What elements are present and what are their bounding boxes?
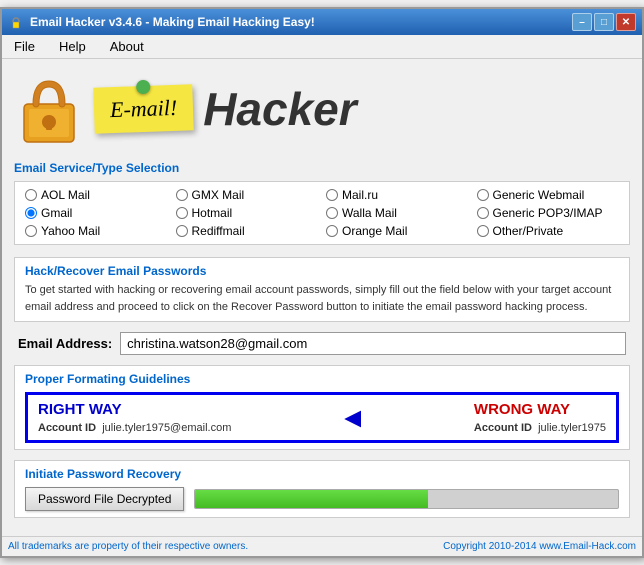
title-bar-left: Email Hacker v3.4.6 - Making Email Hacki… [8,14,315,30]
radio-label-gmx: GMX Mail [192,188,245,202]
radio-label-yahoo: Yahoo Mail [41,224,100,238]
main-window: Email Hacker v3.4.6 - Making Email Hacki… [0,7,644,558]
radio-label-webmail: Generic Webmail [493,188,585,202]
radio-label-gmail: Gmail [41,206,72,220]
decrypt-button[interactable]: Password File Decrypted [25,487,184,511]
radio-walla[interactable]: Walla Mail [326,206,469,220]
wrong-example: julie.tyler1975 [538,422,606,434]
radio-input-pop3[interactable] [477,207,489,219]
menubar: File Help About [2,35,642,59]
radio-label-other: Other/Private [493,224,564,238]
radio-label-rediff: Rediffmail [192,224,245,238]
email-row: Email Address: [14,332,630,355]
right-way-label: RIGHT WAY [38,401,231,418]
radio-input-webmail[interactable] [477,189,489,201]
radio-input-other[interactable] [477,225,489,237]
padlock-icon [14,69,84,149]
sticky-text: E-mail! [110,95,178,122]
radio-label-mailru: Mail.ru [342,188,378,202]
format-title: Proper Formating Guidelines [25,372,619,386]
format-section: Proper Formating Guidelines RIGHT WAY Ac… [14,365,630,450]
right-example: julie.tyler1975@email.com [102,422,231,434]
hacker-title: Hacker [203,82,356,136]
format-box: RIGHT WAY Account ID julie.tyler1975@ema… [25,392,619,443]
wrong-way-account: Account ID julie.tyler1975 [474,422,606,434]
radio-aol-mail[interactable]: AOL Mail [25,188,168,202]
radio-gmail[interactable]: Gmail [25,206,168,220]
format-right: WRONG WAY Account ID julie.tyler1975 [474,401,606,434]
header-area: E-mail! Hacker [14,69,630,149]
wrong-account-id: Account ID [474,422,532,434]
email-input[interactable] [120,332,626,355]
progress-bar-fill [195,490,427,508]
wrong-way-label: WRONG WAY [474,401,606,418]
maximize-button[interactable]: □ [594,13,614,31]
format-left: RIGHT WAY Account ID julie.tyler1975@ema… [38,401,231,434]
footer-right: Copyright 2010-2014 www.Email-Hack.com [443,541,636,552]
radio-input-mailru[interactable] [326,189,338,201]
app-icon [8,14,24,30]
radio-other[interactable]: Other/Private [477,224,620,238]
menu-help[interactable]: Help [51,37,94,56]
radio-gmx-mail[interactable]: GMX Mail [176,188,319,202]
window-title: Email Hacker v3.4.6 - Making Email Hacki… [30,15,315,29]
email-service-section: Email Service/Type Selection AOL Mail GM… [14,161,630,245]
radio-input-walla[interactable] [326,207,338,219]
menu-about[interactable]: About [102,37,152,56]
content-area: E-mail! Hacker Email Service/Type Select… [2,59,642,536]
radio-input-orange[interactable] [326,225,338,237]
progress-bar [194,489,619,509]
radio-generic-webmail[interactable]: Generic Webmail [477,188,620,202]
right-way-account: Account ID julie.tyler1975@email.com [38,422,231,434]
menu-file[interactable]: File [6,37,43,56]
radio-hotmail[interactable]: Hotmail [176,206,319,220]
right-account-id: Account ID [38,422,96,434]
radio-input-gmail[interactable] [25,207,37,219]
radio-label-walla: Walla Mail [342,206,397,220]
minimize-button[interactable]: – [572,13,592,31]
sticky-note: E-mail! [93,84,194,133]
initiate-title: Initiate Password Recovery [25,467,619,481]
radio-label-pop3: Generic POP3/IMAP [493,206,603,220]
radio-input-yahoo[interactable] [25,225,37,237]
radio-mailru[interactable]: Mail.ru [326,188,469,202]
radio-input-gmx[interactable] [176,189,188,201]
radio-label-aol: AOL Mail [41,188,90,202]
footer-left: All trademarks are property of their res… [8,541,248,552]
radio-input-aol[interactable] [25,189,37,201]
radio-rediffmail[interactable]: Rediffmail [176,224,319,238]
close-button[interactable]: ✕ [616,13,636,31]
radio-pop3-imap[interactable]: Generic POP3/IMAP [477,206,620,220]
radio-grid: AOL Mail GMX Mail Mail.ru Generic Webmai… [14,181,630,245]
hack-section: Hack/Recover Email Passwords To get star… [14,257,630,322]
radio-label-orange: Orange Mail [342,224,407,238]
radio-label-hotmail: Hotmail [192,206,233,220]
radio-yahoo[interactable]: Yahoo Mail [25,224,168,238]
hack-description: To get started with hacking or recoverin… [25,282,619,315]
radio-input-hotmail[interactable] [176,207,188,219]
radio-orange[interactable]: Orange Mail [326,224,469,238]
sticky-dot [136,80,150,94]
arrow-icon: ◄ [339,402,367,434]
email-label: Email Address: [18,336,112,351]
window-controls: – □ ✕ [572,13,636,31]
email-service-title: Email Service/Type Selection [14,161,630,175]
title-bar: Email Hacker v3.4.6 - Making Email Hacki… [2,9,642,35]
footer: All trademarks are property of their res… [2,536,642,556]
hack-section-title: Hack/Recover Email Passwords [25,264,619,278]
progress-row: Password File Decrypted [25,487,619,511]
initiate-section: Initiate Password Recovery Password File… [14,460,630,518]
radio-input-rediff[interactable] [176,225,188,237]
